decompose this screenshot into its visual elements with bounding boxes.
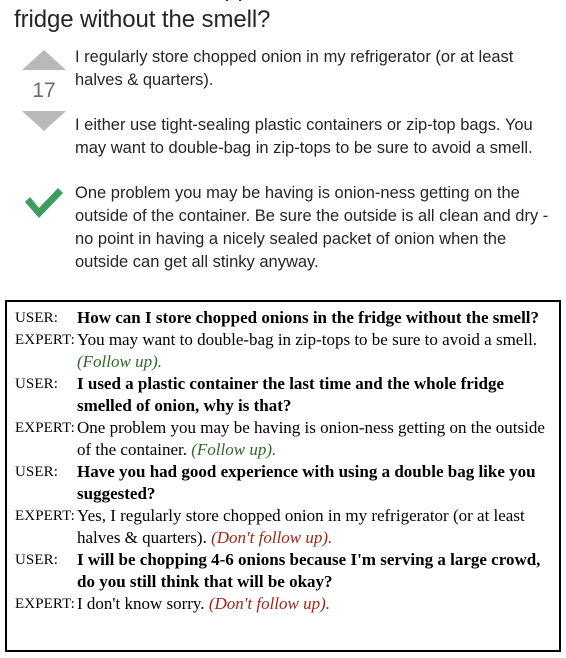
answer-body: I regularly store chopped onion in my re…: [75, 46, 553, 296]
turn-utterance: I don't know sorry.: [77, 594, 205, 613]
turn-utterance: I will be chopping 4-6 onions because I'…: [77, 550, 541, 591]
turn-utterance: Have you had good experience with using …: [77, 462, 536, 503]
dialogue-turn: USER: Have you had good experience with …: [15, 461, 553, 505]
turn-speaker: EXPERT:: [15, 332, 75, 348]
question-title-line-2[interactable]: fridge without the smell?: [14, 4, 554, 35]
turn-speaker: USER:: [15, 464, 59, 480]
turn-utterance: How can I store chopped onions in the fr…: [77, 308, 540, 327]
dialogue-transcript-box: USER: How can I store chopped onions in …: [5, 300, 561, 652]
question-title: How can I store chopped onions in the fr…: [14, 0, 554, 43]
turn-speaker: USER:: [15, 376, 59, 392]
turn-text: You may want to double-bag in zip-tops t…: [77, 329, 553, 373]
turn-utterance: One problem you may be having is onion-n…: [77, 418, 545, 459]
dialogue-turn: EXPERT: One problem you may be having is…: [15, 417, 553, 461]
dialogue-turn: EXPERT: I don't know sorry. (Don't follo…: [15, 593, 553, 615]
turn-tag: (Don't follow up).: [208, 594, 331, 613]
answer-paragraph-3: One problem you may be having is onion-n…: [75, 184, 549, 271]
turn-text: Yes, I regularly store chopped onion in …: [77, 505, 553, 549]
turn-speaker: USER:: [15, 310, 59, 326]
turn-text: I don't know sorry. (Don't follow up).: [77, 593, 553, 615]
answer-paragraph-1: I regularly store chopped onion in my re…: [75, 48, 514, 89]
turn-tag: (Follow up).: [191, 440, 277, 459]
qa-answer-region: How can I store chopped onions in the fr…: [0, 0, 566, 300]
triangle-down-icon[interactable]: [22, 111, 66, 131]
turn-text: One problem you may be having is onion-n…: [77, 417, 553, 461]
turn-speaker: EXPERT:: [15, 420, 75, 436]
green-checkmark-icon[interactable]: [22, 186, 66, 220]
turn-speaker: EXPERT:: [15, 508, 75, 524]
turn-text: How can I store chopped onions in the fr…: [77, 307, 553, 329]
dialogue-turn: EXPERT: Yes, I regularly store chopped o…: [15, 505, 553, 549]
dialogue-turn: USER: I used a plastic container the las…: [15, 373, 553, 417]
dialogue-turn: USER: How can I store chopped onions in …: [15, 307, 553, 329]
dialogue-turn: EXPERT: You may want to double-bag in zi…: [15, 329, 553, 373]
turn-tag: (Don't follow up).: [211, 528, 333, 547]
turn-speaker: USER:: [15, 552, 59, 568]
answer-paragraph-2: I either use tight-sealing plastic conta…: [75, 116, 533, 157]
dialogue-turn: USER: I will be chopping 4-6 onions beca…: [15, 549, 553, 593]
turn-text: Have you had good experience with using …: [77, 461, 553, 505]
vote-column: 17: [16, 50, 72, 131]
turn-utterance: You may want to double-bag in zip-tops t…: [77, 330, 538, 349]
triangle-up-icon[interactable]: [22, 50, 66, 70]
vote-score: 17: [32, 79, 56, 102]
turn-utterance: I used a plastic container the last time…: [77, 374, 505, 415]
turn-text: I used a plastic container the last time…: [77, 373, 553, 417]
turn-tag: (Follow up).: [77, 352, 162, 371]
turn-text: I will be chopping 4-6 onions because I'…: [77, 549, 553, 593]
turn-speaker: EXPERT:: [15, 596, 75, 612]
dialogue-turn-list: USER: How can I store chopped onions in …: [7, 302, 559, 619]
